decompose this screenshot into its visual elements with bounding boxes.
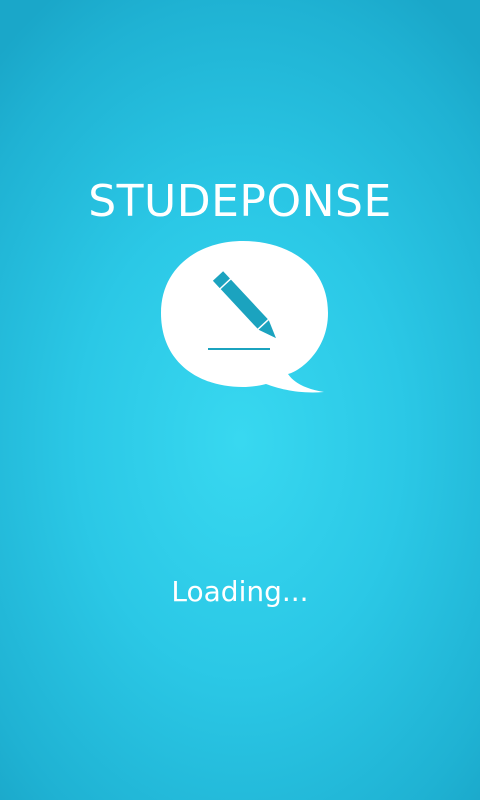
splash-screen: STUDEPONSE Loading... <box>0 0 480 800</box>
loading-indicator-text: Loading... <box>171 575 309 608</box>
speech-bubble-pencil-icon <box>158 238 328 398</box>
app-title: STUDEPONSE <box>88 176 392 227</box>
speech-bubble-shape <box>161 241 328 393</box>
